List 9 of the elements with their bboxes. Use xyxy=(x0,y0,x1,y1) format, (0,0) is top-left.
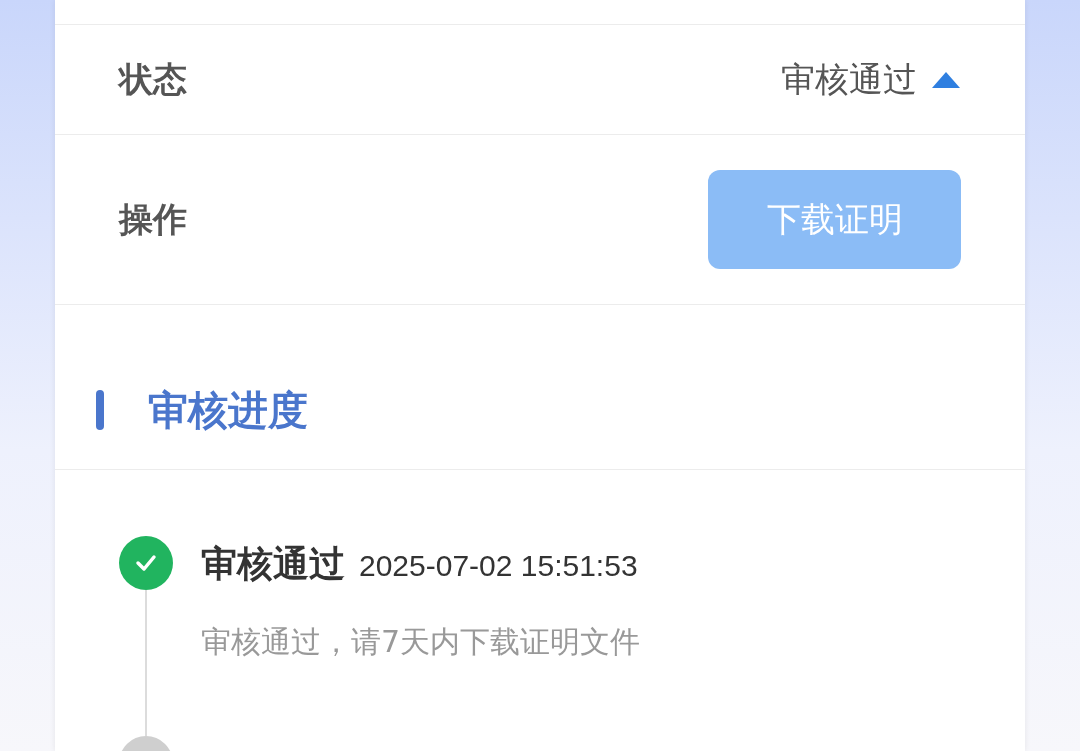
section-title: 审核进度 xyxy=(148,386,308,435)
step-note: 审核通过，请7天内下载证明文件 xyxy=(201,623,641,661)
step-time: 2025-07-02 15:51:53 xyxy=(359,548,638,584)
section-marker xyxy=(96,390,104,430)
row-label: 状态 xyxy=(119,58,187,101)
status-value: 审核通过 xyxy=(781,58,917,101)
step-title: 审核通过 xyxy=(201,542,345,586)
row-label: 操作 xyxy=(119,198,187,241)
caret-icon[interactable] xyxy=(931,70,961,89)
